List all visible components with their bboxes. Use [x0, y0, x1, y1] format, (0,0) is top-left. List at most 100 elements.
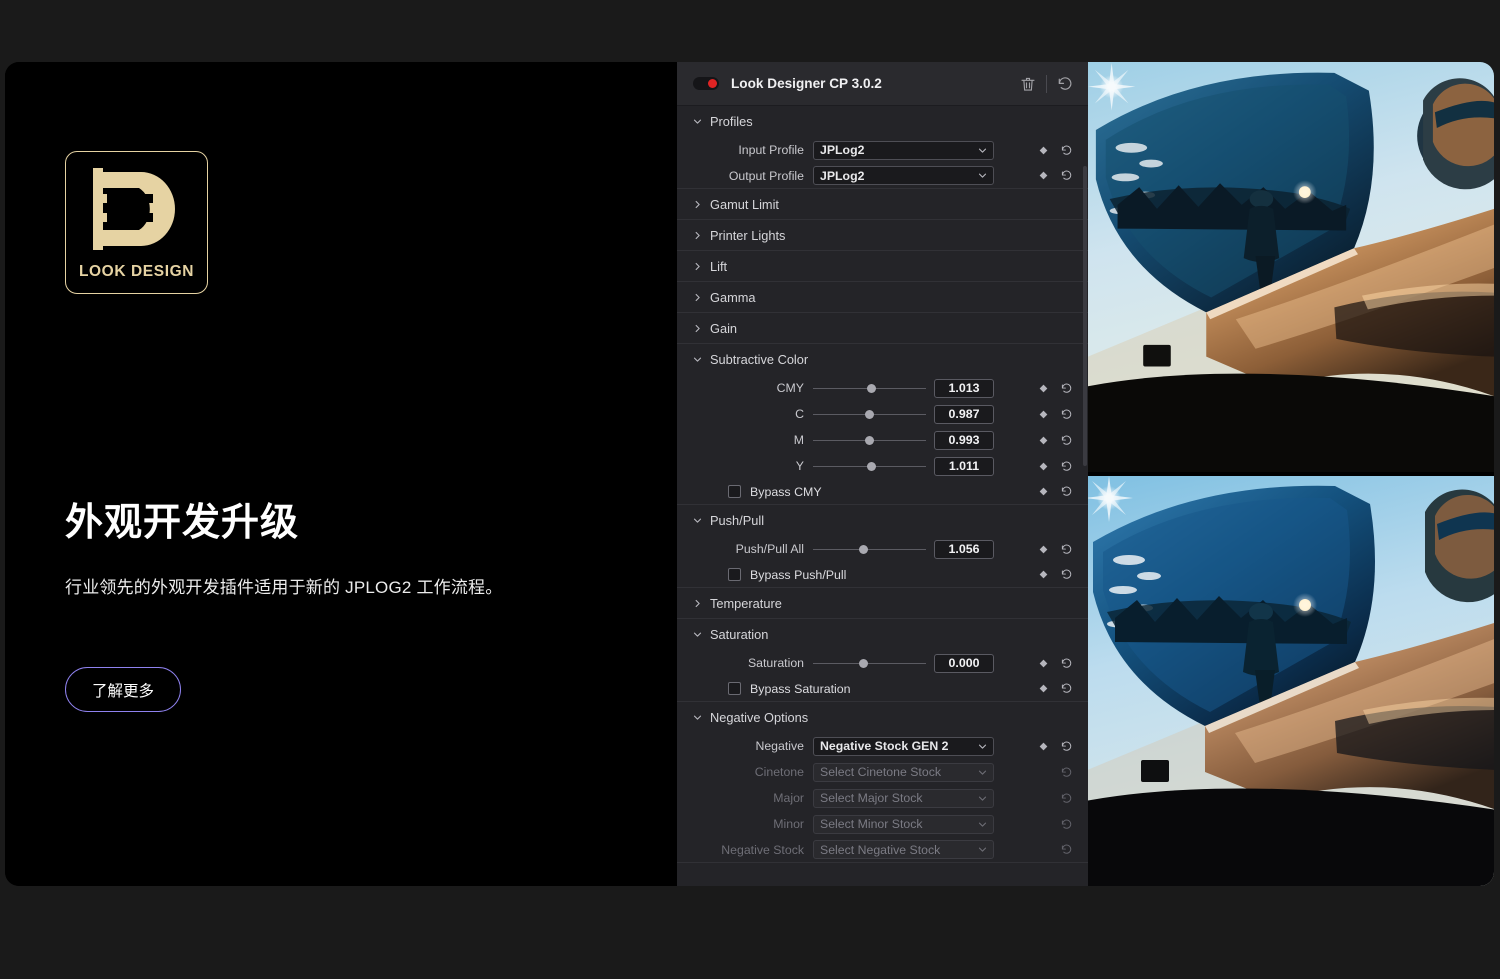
- section-header-negative-options[interactable]: Negative Options: [677, 702, 1088, 733]
- dropdown-input-profile[interactable]: JPLog2: [813, 141, 994, 160]
- keyframe-icon[interactable]: [1032, 684, 1054, 693]
- value-field-c[interactable]: 0.987: [934, 405, 994, 424]
- value-field-push-pull-all[interactable]: 1.056: [934, 540, 994, 559]
- keyframe-icon[interactable]: [1032, 545, 1054, 554]
- keyframe-icon[interactable]: [1032, 171, 1054, 180]
- reset-icon[interactable]: [1054, 843, 1078, 856]
- dropdown-value: JPLog2: [820, 143, 978, 157]
- slider-handle[interactable]: [865, 410, 874, 419]
- learn-more-button[interactable]: 了解更多: [65, 667, 181, 712]
- trash-icon[interactable]: [1019, 75, 1037, 93]
- keyframe-icon[interactable]: [1032, 146, 1054, 155]
- reset-icon[interactable]: [1054, 766, 1078, 779]
- reset-icon[interactable]: [1054, 740, 1078, 753]
- section-header-push-pull[interactable]: Push/Pull: [677, 505, 1088, 536]
- dropdown-value: Negative Stock GEN 2: [820, 739, 978, 753]
- row-tools: [1032, 682, 1078, 695]
- preview-image-top[interactable]: [1088, 62, 1494, 472]
- control-label: Push/Pull All: [677, 542, 813, 556]
- dropdown-major[interactable]: Select Major Stock: [813, 789, 994, 808]
- checkbox-bypass-cmy[interactable]: [728, 485, 741, 498]
- slider-y[interactable]: [813, 457, 926, 476]
- reset-icon[interactable]: [1054, 485, 1078, 498]
- control-row: Saturation0.000: [677, 650, 1088, 676]
- slider-handle[interactable]: [859, 659, 868, 668]
- slider-saturation[interactable]: [813, 654, 926, 673]
- dropdown-minor[interactable]: Select Minor Stock: [813, 815, 994, 834]
- slider-handle[interactable]: [867, 462, 876, 471]
- slider-m[interactable]: [813, 431, 926, 450]
- reset-icon[interactable]: [1054, 408, 1078, 421]
- reset-icon[interactable]: [1054, 144, 1078, 157]
- header-divider: [1046, 75, 1047, 93]
- reset-icon[interactable]: [1056, 75, 1074, 93]
- keyframe-icon[interactable]: [1032, 742, 1054, 751]
- reset-icon[interactable]: [1054, 460, 1078, 473]
- checkbox-bypass-saturation[interactable]: [728, 682, 741, 695]
- keyframe-icon[interactable]: [1032, 487, 1054, 496]
- section-header-profiles[interactable]: Profiles: [677, 106, 1088, 137]
- section-label: Gamma: [710, 290, 756, 305]
- value-field-y[interactable]: 1.011: [934, 457, 994, 476]
- keyframe-icon[interactable]: [1032, 659, 1054, 668]
- section-header-subtractive-color[interactable]: Subtractive Color: [677, 344, 1088, 375]
- control-row: Bypass CMY: [677, 479, 1088, 505]
- value-field-saturation[interactable]: 0.000: [934, 654, 994, 673]
- slider-handle[interactable]: [865, 436, 874, 445]
- page-subtitle: 行业领先的外观开发插件适用于新的 JPLOG2 工作流程。: [65, 573, 502, 598]
- dropdown-cinetone[interactable]: Select Cinetone Stock: [813, 763, 994, 782]
- slider-c[interactable]: [813, 405, 926, 424]
- section-header-temperature[interactable]: Temperature: [677, 588, 1088, 619]
- slider-handle[interactable]: [867, 384, 876, 393]
- control-row: Bypass Saturation: [677, 676, 1088, 702]
- control-row: Bypass Push/Pull: [677, 562, 1088, 588]
- brand-logo: LOOK DESIGN: [65, 151, 208, 294]
- section-header-gamma[interactable]: Gamma: [677, 282, 1088, 313]
- reset-icon[interactable]: [1054, 434, 1078, 447]
- slider-handle[interactable]: [859, 545, 868, 554]
- slider-cmy[interactable]: [813, 379, 926, 398]
- keyframe-icon[interactable]: [1032, 384, 1054, 393]
- section-header-gain[interactable]: Gain: [677, 313, 1088, 344]
- reset-icon[interactable]: [1054, 543, 1078, 556]
- checkbox-label: Bypass Saturation: [750, 682, 1032, 696]
- row-tools: [1032, 460, 1078, 473]
- control-row: Output ProfileJPLog2: [677, 163, 1088, 189]
- dropdown-negative[interactable]: Negative Stock GEN 2: [813, 737, 994, 756]
- dropdown-negative-stock[interactable]: Select Negative Stock: [813, 840, 994, 859]
- reset-icon[interactable]: [1054, 818, 1078, 831]
- row-tools: [1032, 818, 1078, 831]
- keyframe-icon[interactable]: [1032, 570, 1054, 579]
- section-header-gamut-limit[interactable]: Gamut Limit: [677, 189, 1088, 220]
- chevron-down-icon: [978, 820, 987, 829]
- reset-icon[interactable]: [1054, 792, 1078, 805]
- section-header-saturation[interactable]: Saturation: [677, 619, 1088, 650]
- control-label: Input Profile: [677, 143, 813, 157]
- control-row: NegativeNegative Stock GEN 2: [677, 733, 1088, 759]
- reset-icon[interactable]: [1054, 568, 1078, 581]
- reset-icon[interactable]: [1054, 382, 1078, 395]
- control-label: Major: [677, 791, 813, 805]
- row-tools: [1032, 382, 1078, 395]
- plugin-panel-scroll[interactable]: ProfilesInput ProfileJPLog2Output Profil…: [677, 106, 1088, 886]
- keyframe-icon[interactable]: [1032, 462, 1054, 471]
- slider-track: [813, 663, 926, 665]
- section-header-lift[interactable]: Lift: [677, 251, 1088, 282]
- chevron-down-icon: [978, 146, 987, 155]
- keyframe-icon[interactable]: [1032, 410, 1054, 419]
- dropdown-output-profile[interactable]: JPLog2: [813, 166, 994, 185]
- control-label: Minor: [677, 817, 813, 831]
- value-field-cmy[interactable]: 1.013: [934, 379, 994, 398]
- reset-icon[interactable]: [1054, 657, 1078, 670]
- panel-scrollbar[interactable]: [1083, 166, 1087, 466]
- section-header-printer-lights[interactable]: Printer Lights: [677, 220, 1088, 251]
- keyframe-icon[interactable]: [1032, 436, 1054, 445]
- plugin-enable-toggle[interactable]: [693, 77, 719, 90]
- checkbox-bypass-push-pull[interactable]: [728, 568, 741, 581]
- reset-icon[interactable]: [1054, 169, 1078, 182]
- section-label: Push/Pull: [710, 513, 764, 528]
- preview-image-bottom[interactable]: [1088, 476, 1494, 886]
- value-field-m[interactable]: 0.993: [934, 431, 994, 450]
- reset-icon[interactable]: [1054, 682, 1078, 695]
- slider-push-pull-all[interactable]: [813, 540, 926, 559]
